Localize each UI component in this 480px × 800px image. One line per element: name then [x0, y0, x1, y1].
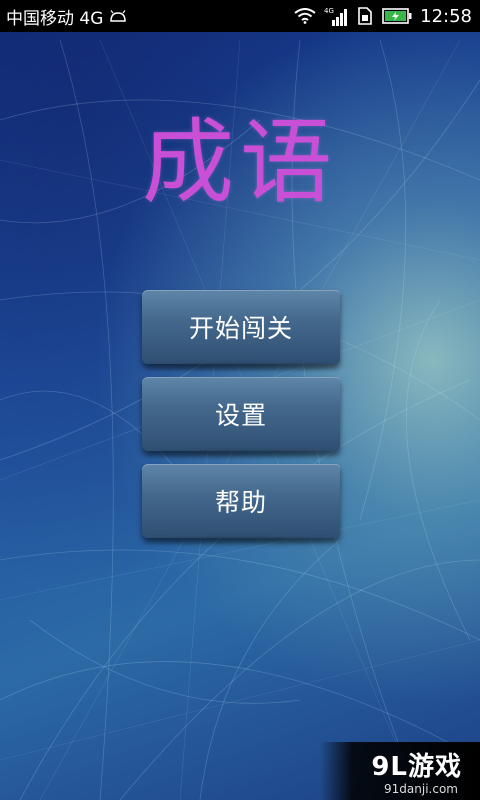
signal-icon: 4G: [324, 6, 348, 26]
start-level-button[interactable]: 开始闯关: [142, 290, 340, 364]
help-button[interactable]: 帮助: [142, 464, 340, 538]
clock: 12:58: [420, 5, 472, 27]
main-menu: 开始闯关 设置 帮助: [142, 290, 340, 551]
network-type-label: 4G: [324, 7, 334, 15]
wifi-icon: [294, 8, 316, 24]
carrier-label: 中国移动 4G: [6, 8, 104, 29]
watermark: 9L游戏 91danji.com: [320, 742, 480, 800]
sim-icon: [356, 7, 374, 25]
watermark-logo: 9L游戏: [371, 752, 462, 782]
settings-button[interactable]: 设置: [142, 377, 340, 451]
battery-icon: [382, 8, 412, 24]
app-title: 成语: [141, 109, 338, 216]
status-bar: 中国移动 4G 4G 12:58: [0, 0, 480, 32]
app-screen: 中国移动 4G 4G 12:58 成语 开始闯关 设置 帮助 9L游戏 91da…: [0, 0, 480, 800]
android-icon: [109, 10, 127, 22]
watermark-url: 91danji.com: [384, 782, 458, 796]
